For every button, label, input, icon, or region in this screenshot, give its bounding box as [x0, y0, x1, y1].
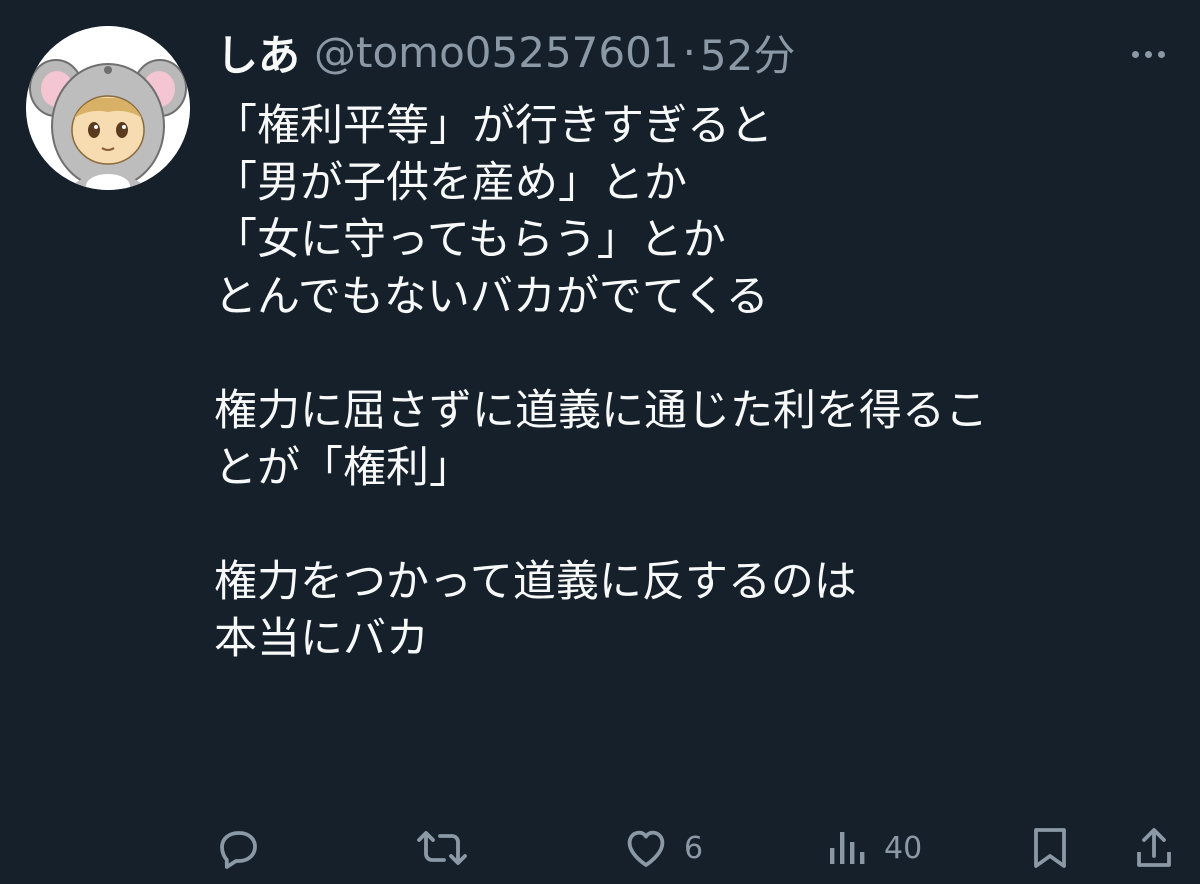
tweet-text-line: [214, 326, 1174, 383]
tweet-text-line: 「権利平等」が行きすぎると: [214, 101, 773, 151]
author-handle[interactable]: @tomo05257601: [314, 28, 679, 77]
share-icon: [1137, 828, 1171, 867]
share-button[interactable]: [1134, 822, 1188, 874]
heart-icon: [627, 830, 665, 867]
tweet-text-line: とんでもないバカがでてくる: [214, 272, 769, 322]
reply-button[interactable]: [214, 822, 276, 874]
more-dot-icon: [1144, 50, 1152, 58]
tweet-text-line: 権力をつかって道義に反するのは: [214, 557, 857, 607]
tweet-actions: 6 40: [214, 822, 1174, 874]
like-count: 6: [684, 830, 704, 866]
tweet-text-line: [214, 497, 1174, 554]
tweet-text: 「権利平等」が行きすぎると 「男が子供を産め」とか 「女に守ってもらう」とか と…: [214, 98, 1174, 668]
tweet-text-line: 権力に屈さずに道義に通じた利を得るこ: [214, 386, 988, 436]
bookmark-icon: [1034, 828, 1066, 868]
views-icon: [830, 832, 865, 864]
more-options-button[interactable]: [1122, 34, 1174, 74]
tweet-text-line: 「女に守ってもらう」とか: [214, 215, 726, 265]
tweet-text-line: 「男が子供を産め」とか: [214, 158, 687, 208]
tweet-text-line: とが「権利」: [214, 443, 472, 493]
more-dot-icon: [1157, 50, 1165, 58]
separator-dot: ·: [682, 27, 696, 77]
tweet-text-line: 本当にバカ: [214, 614, 429, 664]
reply-icon: [220, 831, 257, 869]
like-button[interactable]: 6: [622, 822, 703, 874]
more-dot-icon: [1131, 50, 1139, 58]
retweet-icon: [417, 831, 467, 865]
views-count: 40: [884, 830, 923, 866]
author-display-name[interactable]: しあ: [216, 22, 300, 83]
retweet-button[interactable]: [416, 822, 482, 874]
avatar-mouse-icon: [26, 26, 190, 190]
timestamp[interactable]: 52分: [700, 22, 795, 83]
views-button[interactable]: 40: [826, 822, 922, 874]
bookmark-button[interactable]: [1028, 822, 1086, 874]
tweet-header: しあ @tomo05257601 · 52分: [216, 22, 795, 82]
tweet[interactable]: しあ @tomo05257601 · 52分 「権利平等」が行きすぎると 「男が…: [0, 0, 1200, 884]
avatar[interactable]: [26, 26, 190, 190]
